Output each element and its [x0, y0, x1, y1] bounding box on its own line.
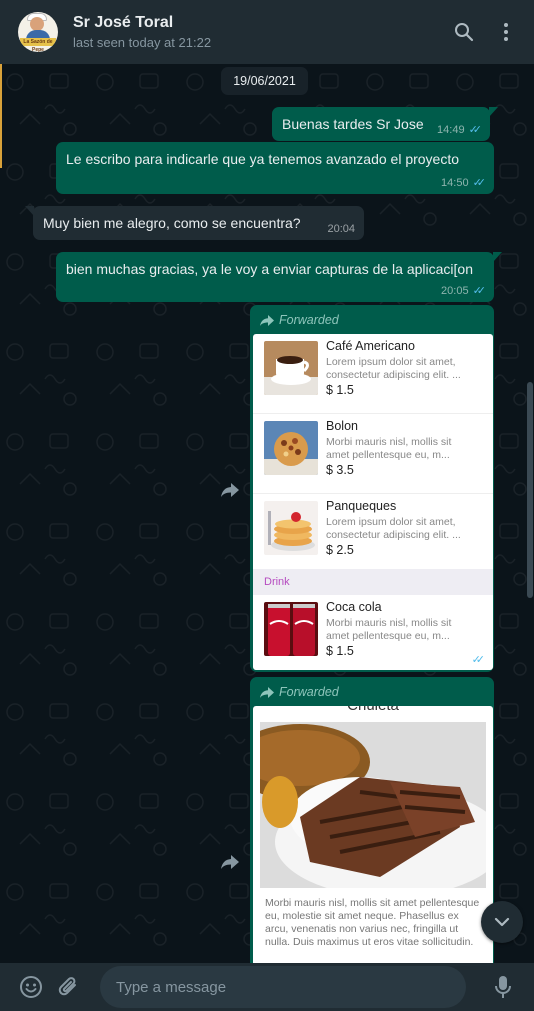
unread-marker — [0, 64, 2, 168]
message-meta: 20:55 ✓✓ — [440, 653, 486, 667]
message-outgoing[interactable]: bien muchas gracias, ya le voy a enviar … — [56, 252, 502, 302]
message-outgoing[interactable]: Le escribo para indicarle que ya tenemos… — [56, 142, 494, 194]
forwarded-image-message[interactable]: Forwarded Chuleta Morbi mauris nisl, — [250, 677, 494, 963]
message-time: 20:05 — [441, 284, 469, 297]
item-name: Café Americano — [326, 339, 415, 353]
message-meta: 20:05 ✓✓ — [441, 284, 487, 298]
item-description: Morbi mauris nisl, mollis sit amet pelle… — [326, 436, 452, 461]
menu-icon[interactable] — [494, 20, 518, 44]
search-icon[interactable] — [452, 20, 476, 44]
message-time: 20:04 — [327, 223, 355, 235]
item-name: Bolon — [326, 419, 358, 433]
chat-area[interactable]: 19/06/2021 Buenas tardes Sr Jose 14:49 ✓… — [0, 64, 534, 963]
menu-screenshot-image[interactable]: Café Americano Lorem ipsum dolor sit ame… — [253, 334, 493, 670]
forwarded-label-text: Forwarded — [279, 313, 339, 327]
message-time: 14:50 — [441, 176, 469, 189]
forwarded-label: Forwarded — [260, 313, 339, 327]
contact-name: Sr José Toral — [73, 14, 174, 31]
item-description: Morbi mauris nisl, mollis sit amet pelle… — [326, 617, 452, 642]
dish-title: Chuleta — [253, 706, 493, 714]
pancakes-image — [264, 501, 318, 555]
forwarded-icon — [260, 314, 274, 326]
message-meta: 14:49 ✓✓ — [437, 123, 483, 137]
item-price: $ 3.5 — [326, 463, 354, 477]
avatar-face — [30, 17, 44, 31]
item-name: Panqueques — [326, 499, 397, 513]
bubble-tail — [489, 107, 498, 117]
item-description: Lorem ipsum dolor sit amet, consectetur … — [326, 516, 461, 541]
date-chip: 19/06/2021 — [221, 67, 308, 95]
message-text: Buenas tardes Sr Jose — [282, 116, 424, 132]
forward-share-icon[interactable] — [218, 850, 242, 874]
contact-status: last seen today at 21:22 — [73, 35, 212, 50]
bubble-tail — [25, 206, 34, 216]
composer-bar — [0, 963, 534, 1011]
dish-photo — [260, 722, 486, 888]
dish-description: Morbi mauris nisl, mollis sit amet pelle… — [265, 897, 480, 948]
message-outgoing[interactable]: Buenas tardes Sr Jose 14:49 ✓✓ — [272, 107, 498, 141]
message-meta: 20:04 — [327, 223, 355, 235]
read-ticks-icon: ✓✓ — [471, 654, 486, 666]
forward-share-icon[interactable] — [218, 478, 242, 502]
item-name: Coca cola — [326, 600, 382, 614]
list-item: Bolon Morbi mauris nisl, mollis sit amet… — [253, 414, 493, 494]
chat-scrollbar[interactable] — [527, 382, 533, 598]
forwarded-label-text: Forwarded — [279, 685, 339, 699]
forwarded-icon — [260, 686, 274, 698]
item-description: Lorem ipsum dolor sit amet, consectetur … — [326, 356, 461, 381]
contact-avatar[interactable]: La Sazón de Pepe — [18, 12, 58, 52]
item-price: $ 1.5 — [326, 383, 354, 397]
message-input[interactable] — [116, 978, 466, 996]
chat-header[interactable]: La Sazón de Pepe Sr José Toral last seen… — [0, 0, 534, 64]
message-text: Le escribo para indicarle que ya tenemos… — [66, 151, 460, 167]
mic-icon[interactable] — [488, 972, 518, 1002]
coca-cola-image — [264, 602, 318, 656]
forwarded-image-message[interactable]: Forwarded Café Americano Lorem ipsum dol… — [250, 305, 494, 672]
message-incoming[interactable]: Muy bien me alegro, como se encuentra? 2… — [25, 206, 364, 240]
contact-info[interactable]: Sr José Toral last seen today at 21:22 — [73, 14, 434, 50]
coffee-image — [264, 341, 318, 395]
message-time: 14:49 — [437, 123, 465, 136]
message-meta: 14:50 ✓✓ — [441, 176, 487, 190]
attach-icon[interactable] — [54, 972, 84, 1002]
bubble-tail — [493, 252, 502, 262]
chevron-down-icon — [494, 917, 510, 927]
message-text: bien muchas gracias, ya le voy a enviar … — [66, 261, 473, 277]
scroll-down-button[interactable] — [481, 901, 523, 943]
message-time: 20:55 — [440, 653, 468, 666]
emoji-icon[interactable] — [16, 972, 46, 1002]
message-text: Muy bien me alegro, como se encuentra? — [43, 215, 301, 231]
item-price: $ 1.5 — [326, 644, 354, 658]
section-header-drink: Drink — [253, 569, 493, 595]
list-item: Café Americano Lorem ipsum dolor sit ame… — [253, 334, 493, 414]
bolon-image — [264, 421, 318, 475]
dish-screenshot-image[interactable]: Chuleta Morbi mauris nisl, mollis sit am… — [253, 706, 493, 963]
avatar-banner-text: La Sazón de Pepe — [20, 38, 56, 52]
forwarded-label: Forwarded — [260, 685, 339, 699]
read-ticks-icon: ✓✓ — [468, 124, 483, 136]
read-ticks-icon: ✓✓ — [472, 285, 487, 297]
item-price: $ 2.5 — [326, 543, 354, 557]
message-input-container[interactable] — [100, 966, 466, 1008]
read-ticks-icon: ✓✓ — [472, 177, 487, 189]
list-item: Panqueques Lorem ipsum dolor sit amet, c… — [253, 494, 493, 574]
